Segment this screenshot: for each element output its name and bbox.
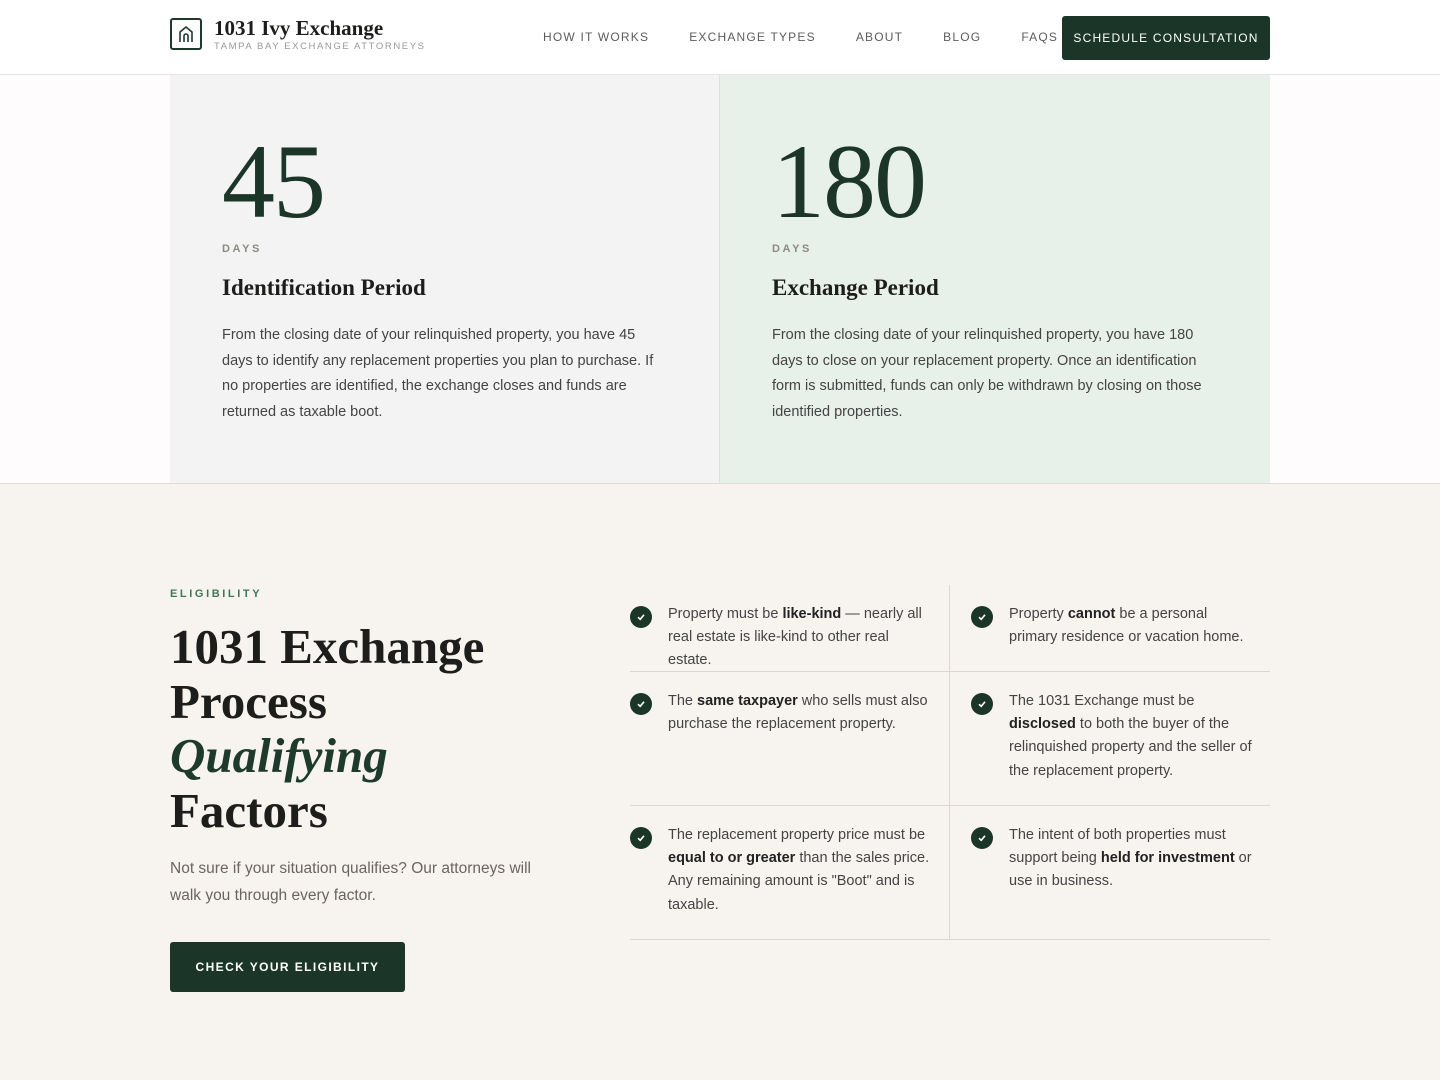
period-description: From the closing date of your relinquish… [222, 327, 654, 420]
house-arch-icon [170, 18, 202, 50]
factor-emphasis: equal to or greater [668, 850, 796, 867]
main-nav: HOW IT WORKS EXCHANGE TYPES ABOUT BLOG F… [543, 30, 1098, 44]
factor-text: Property [1009, 606, 1068, 622]
nav-how-it-works[interactable]: HOW IT WORKS [543, 30, 649, 44]
check-circle-icon [630, 693, 652, 715]
period-title: Exchange Period [772, 275, 939, 300]
check-eligibility-button[interactable]: CHECK YOUR ELIGIBILITY [170, 942, 405, 992]
nav-blog[interactable]: BLOG [943, 30, 981, 44]
factor-item: Property must be like-kind — nearly all … [630, 585, 950, 672]
factor-text: The replacement property price must be [668, 827, 926, 843]
section-eyebrow: ELIGIBILITY [170, 588, 263, 600]
factor-item: The 1031 Exchange must be disclosed to b… [950, 672, 1270, 806]
exchange-period-card: 180 DAYS Exchange Period From the closin… [720, 75, 1270, 483]
check-circle-icon [971, 606, 993, 628]
section-lede: Not sure if your situation qualifies? Ou… [170, 860, 531, 904]
brand-title: 1031 Ivy Exchange [214, 16, 384, 40]
factor-text: The 1031 Exchange must be [1009, 693, 1195, 709]
period-title: Identification Period [222, 275, 426, 300]
factor-item: The intent of both properties must suppo… [950, 806, 1270, 940]
factor-emphasis: held for investment [1100, 850, 1235, 867]
brand-subtitle: TAMPA BAY EXCHANGE ATTORNEYS [214, 41, 426, 52]
factor-item: The same taxpayer who sells must also pu… [630, 672, 950, 806]
headline-italic: Qualifying [170, 728, 388, 783]
factor-text: Property must be [668, 606, 783, 622]
nav-faqs[interactable]: FAQS [1021, 30, 1058, 44]
check-circle-icon [971, 827, 993, 849]
exchange-periods: 45 DAYS Identification Period From the c… [170, 75, 1270, 483]
site-header: 1031 Ivy Exchange TAMPA BAY EXCHANGE ATT… [0, 0, 1440, 75]
factor-emphasis: cannot [1067, 606, 1116, 622]
factor-emphasis: same taxpayer [697, 693, 798, 709]
factor-item: The replacement property price must be e… [630, 806, 950, 940]
check-circle-icon [630, 606, 652, 628]
check-circle-icon [971, 693, 993, 715]
eligibility-section: ELIGIBILITY 1031 Exchange Process Qualif… [0, 483, 1440, 1080]
schedule-consultation-button[interactable]: SCHEDULE CONSULTATION [1062, 16, 1270, 60]
factor-emphasis: like-kind [782, 606, 842, 622]
headline-line: Process [170, 673, 327, 729]
identification-period-card: 45 DAYS Identification Period From the c… [170, 75, 720, 483]
period-unit: DAYS [222, 243, 262, 255]
period-number: 45 [222, 123, 326, 240]
brand-logo-link[interactable]: 1031 Ivy Exchange TAMPA BAY EXCHANGE ATT… [170, 16, 426, 52]
factor-item: Property cannot be a personal primary re… [950, 585, 1270, 672]
factor-text: The [668, 693, 698, 709]
period-unit: DAYS [772, 243, 812, 255]
nav-exchange-types[interactable]: EXCHANGE TYPES [689, 30, 816, 44]
period-number: 180 [772, 123, 927, 240]
section-headline: 1031 Exchange Process Qualifying Factors [170, 619, 485, 838]
qualifying-factors-grid: Property must be like-kind — nearly all … [630, 585, 1270, 940]
headline-line: Factors [170, 782, 328, 838]
check-circle-icon [630, 827, 652, 849]
nav-about[interactable]: ABOUT [856, 30, 903, 44]
factor-emphasis: disclosed [1009, 716, 1076, 733]
headline-line: 1031 Exchange [170, 619, 485, 674]
period-description: From the closing date of your relinquish… [772, 327, 1202, 420]
